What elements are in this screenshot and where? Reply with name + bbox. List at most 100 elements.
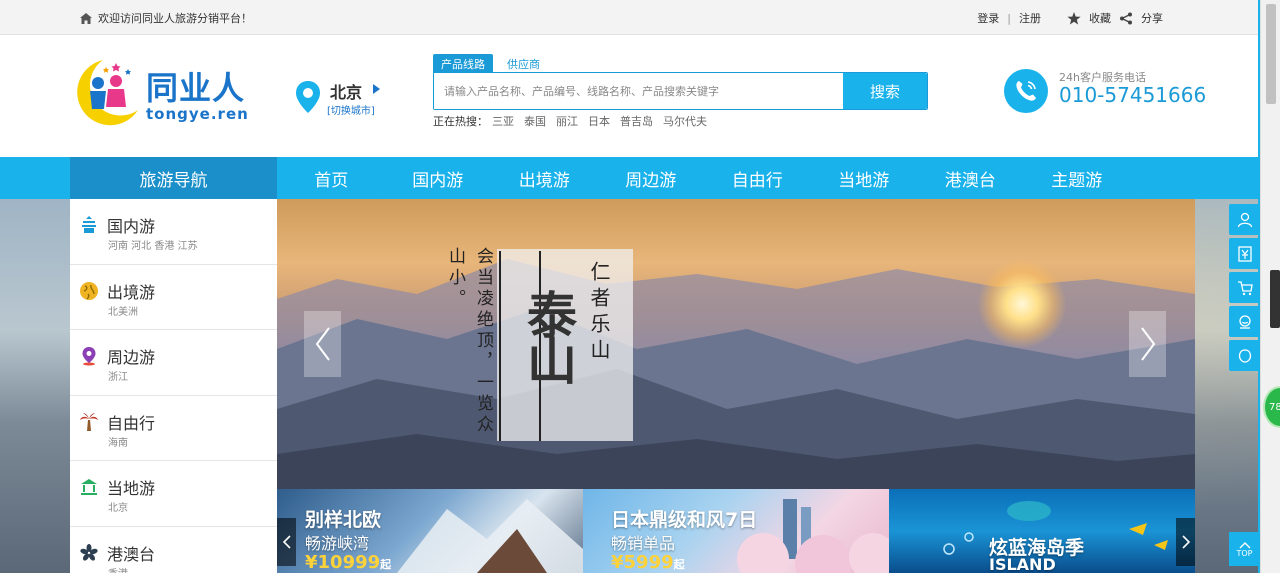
promo-next-button[interactable] xyxy=(1176,518,1195,566)
category-title: 自由行 xyxy=(107,413,156,433)
chat-icon[interactable] xyxy=(1229,340,1260,371)
chevron-up-icon xyxy=(1239,541,1250,548)
top-label: TOP xyxy=(1236,548,1253,558)
category-sub: 北京 xyxy=(108,503,128,515)
chevron-right-icon xyxy=(1181,535,1190,549)
promo-strip: 别样北欧 畅游峡湾 ¥10999起 日本鼎级和风7日 畅销单品 ¥5999起 炫… xyxy=(277,489,1195,573)
hot-search-item[interactable]: 丽江 xyxy=(556,113,578,129)
category-title: 国内游 xyxy=(107,217,156,236)
category-menu: 国内游 河南 河北 香港 江苏 出境游 北美洲 周边游 浙江 自由行 海南 当地… xyxy=(70,199,277,573)
search-box: 搜索 xyxy=(433,72,928,110)
mountain-scenery xyxy=(277,259,1195,489)
hot-search-item[interactable]: 马尔代夫 xyxy=(663,113,707,129)
main-nav: 旅游导航 首页 国内游 出境游 周边游 自由行 当地游 港澳台 主题游 xyxy=(0,157,1258,199)
promo-subtitle: ISLAND xyxy=(989,555,1056,573)
promo-prev-button[interactable] xyxy=(277,518,296,566)
header: 同业人 tongye.ren 北京 [切换城市] 产品线路 供应商 搜索 正在热… xyxy=(0,35,1258,157)
category-item-outbound[interactable]: 出境游 北美洲 xyxy=(70,265,277,331)
login-link[interactable]: 登录 xyxy=(977,10,999,26)
nav-local[interactable]: 当地游 xyxy=(811,157,918,199)
hot-search-item[interactable]: 泰国 xyxy=(524,113,546,129)
slide-poem: 会当凌绝顶，一览众山小。 xyxy=(445,247,493,436)
chevron-right-icon xyxy=(1140,327,1155,361)
sun-glow xyxy=(977,259,1067,349)
favorite-link[interactable]: 收藏 xyxy=(1089,10,1111,26)
ticket-icon[interactable] xyxy=(1229,238,1260,269)
promo-card[interactable]: 炫蓝海岛季 ISLAND xyxy=(889,489,1195,573)
moon-logo-icon xyxy=(77,60,138,126)
hot-search-label: 正在热搜： xyxy=(433,115,488,128)
side-handle[interactable] xyxy=(1270,270,1280,328)
palm-tree-icon xyxy=(80,412,98,431)
hotline-number: 010-57451666 xyxy=(1059,83,1207,107)
user-icon[interactable] xyxy=(1229,204,1260,235)
search-button[interactable]: 搜索 xyxy=(843,73,927,109)
site-logo[interactable]: 同业人 tongye.ren xyxy=(68,55,258,130)
travel-guide-menu[interactable]: 旅游导航 xyxy=(70,157,277,199)
service-icon[interactable] xyxy=(1229,306,1260,337)
hot-searches: 正在热搜： 三亚 泰国 丽江 日本 普吉岛 马尔代夫 xyxy=(433,113,707,129)
promo-card[interactable]: 日本鼎级和风7日 畅销单品 ¥5999起 xyxy=(583,489,889,573)
pavilion-icon xyxy=(81,479,97,496)
hot-search-item[interactable]: 普吉岛 xyxy=(620,113,653,129)
nav-independent[interactable]: 自由行 xyxy=(704,157,811,199)
chevron-left-icon xyxy=(282,535,291,549)
share-link[interactable]: 分享 xyxy=(1141,10,1163,26)
tab-products[interactable]: 产品线路 xyxy=(433,54,493,74)
nav-theme[interactable]: 主题游 xyxy=(1024,157,1131,199)
nav-domestic[interactable]: 国内游 xyxy=(385,157,492,199)
back-to-top-button[interactable]: TOP xyxy=(1229,532,1260,566)
share-icon xyxy=(1120,12,1132,24)
category-title: 周边游 xyxy=(107,348,156,368)
cart-icon[interactable] xyxy=(1229,272,1260,303)
hot-search-item[interactable]: 三亚 xyxy=(492,113,514,129)
category-sub: 海南 xyxy=(108,437,128,449)
slide-next-button[interactable] xyxy=(1129,311,1166,377)
category-title: 港澳台 xyxy=(107,544,156,564)
tab-suppliers[interactable]: 供应商 xyxy=(499,54,548,74)
promo-card[interactable]: 别样北欧 畅游峡湾 ¥10999起 xyxy=(277,489,583,573)
search-input[interactable] xyxy=(434,73,843,109)
search-tabs: 产品线路 供应商 xyxy=(433,54,548,74)
promo-price: ¥5999起 xyxy=(611,552,685,573)
promo-title: 别样北欧 xyxy=(305,509,382,531)
switch-city-link[interactable]: [切换城市] xyxy=(327,102,375,117)
phone-icon xyxy=(1004,69,1048,113)
category-sub: 北美洲 xyxy=(108,306,138,318)
category-item-local[interactable]: 当地游 北京 xyxy=(70,461,277,527)
star-icon xyxy=(1067,11,1081,24)
temple-icon xyxy=(82,216,96,233)
category-item-domestic[interactable]: 国内游 河南 河北 香港 江苏 xyxy=(70,199,277,265)
logo-text-en: tongye.ren xyxy=(146,105,249,123)
caret-right-icon xyxy=(373,84,380,94)
hot-search-item[interactable]: 日本 xyxy=(588,113,610,129)
slide-title: 泰山 xyxy=(519,289,578,381)
welcome-text: 欢迎访问同业人旅游分销平台！ xyxy=(98,12,252,25)
category-item-nearby[interactable]: 周边游 浙江 xyxy=(70,330,277,396)
register-link[interactable]: 注册 xyxy=(1019,10,1041,26)
category-title: 当地游 xyxy=(107,479,156,499)
promo-price: ¥10999起 xyxy=(305,552,392,573)
globe-icon xyxy=(80,281,98,300)
nav-nearby[interactable]: 周边游 xyxy=(598,157,705,199)
category-item-hk-macau-taiwan[interactable]: 港澳台 香港 xyxy=(70,527,277,573)
location-pin-icon xyxy=(296,81,320,113)
slide-subtitle: 仁者乐山 xyxy=(587,261,611,365)
banner-slide[interactable]: 会当凌绝顶，一览众山小。 泰山 仁者乐山 xyxy=(277,199,1195,489)
location-pin-icon xyxy=(82,347,96,366)
nav-hk-macau-taiwan[interactable]: 港澳台 xyxy=(917,157,1024,199)
bauhinia-icon xyxy=(80,543,98,561)
slide-prev-button[interactable] xyxy=(304,311,341,377)
promo-subtitle: 畅游峡湾 xyxy=(305,534,370,553)
logo-text-cn: 同业人 xyxy=(146,69,246,107)
scrollbar-thumb[interactable] xyxy=(1266,4,1276,104)
category-title: 出境游 xyxy=(107,282,156,302)
promo-subtitle: 畅销单品 xyxy=(611,534,676,553)
category-item-independent[interactable]: 自由行 海南 xyxy=(70,396,277,462)
category-sub: 浙江 xyxy=(108,372,128,384)
nav-home[interactable]: 首页 xyxy=(278,157,385,199)
home-icon xyxy=(80,12,92,24)
promo-title: 日本鼎级和风7日 xyxy=(611,509,758,531)
nav-outbound[interactable]: 出境游 xyxy=(491,157,598,199)
category-sub: 河南 河北 香港 江苏 xyxy=(108,241,198,252)
